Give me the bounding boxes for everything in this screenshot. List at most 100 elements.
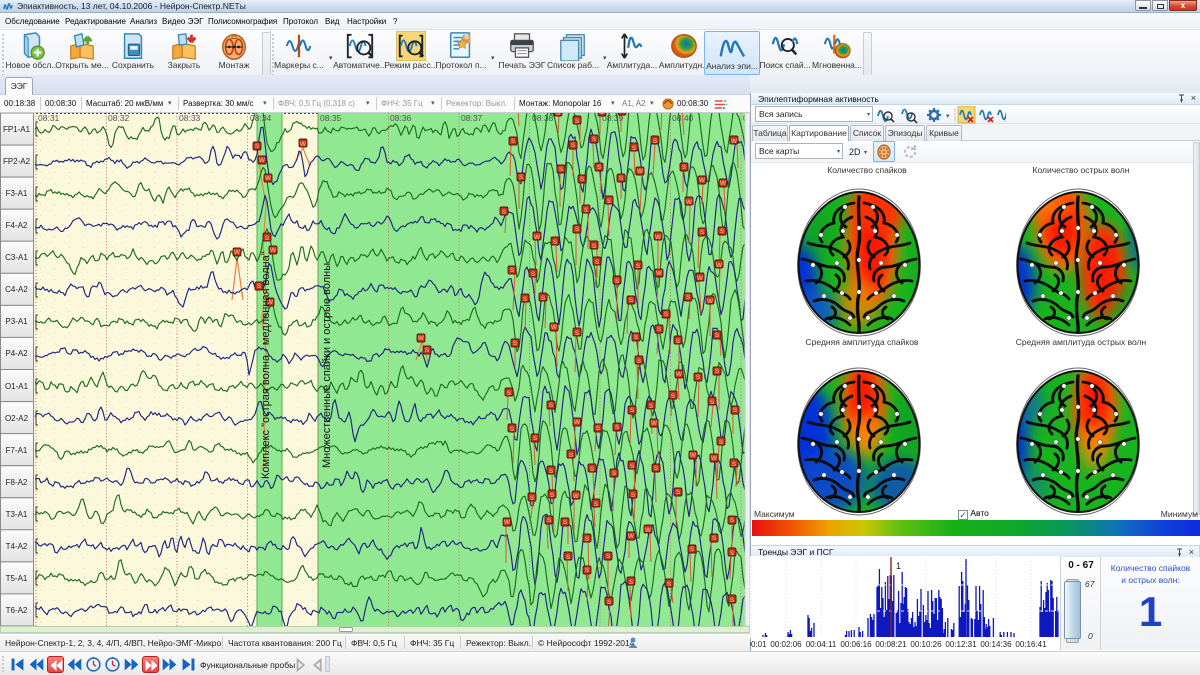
svg-text:S: S — [584, 207, 589, 214]
svg-text:S: S — [719, 439, 724, 446]
svg-text:Множественные спайки и острые: Множественные спайки и острые волны — [321, 263, 333, 468]
svg-text:S: S — [629, 297, 634, 304]
svg-text:00:02:06: 00:02:06 — [770, 640, 802, 649]
svg-text:W: W — [690, 452, 697, 459]
svg-text:S: S — [606, 553, 611, 560]
svg-text:S: S — [676, 489, 681, 496]
svg-text:1: 1 — [896, 561, 901, 571]
svg-text:W: W — [573, 493, 580, 500]
svg-text:S: S — [636, 263, 641, 270]
svg-text:W: W — [656, 270, 663, 277]
svg-text:W: W — [637, 168, 644, 175]
svg-text:S: S — [654, 465, 659, 472]
svg-text:C3-A1: C3-A1 — [5, 253, 28, 262]
svg-text:S: S — [615, 278, 620, 285]
svg-text:S: S — [615, 424, 620, 431]
svg-text:S: S — [513, 340, 518, 347]
svg-text:S: S — [549, 402, 554, 409]
svg-text:C4-A2: C4-A2 — [5, 285, 28, 294]
svg-text:S: S — [585, 567, 590, 574]
svg-text:W: W — [551, 324, 558, 331]
svg-text:S: S — [696, 374, 701, 381]
svg-text:T3-A1: T3-A1 — [6, 510, 28, 519]
svg-text:W: W — [651, 420, 658, 427]
svg-text:S: S — [715, 368, 720, 375]
svg-text:S: S — [634, 334, 639, 341]
svg-text:S: S — [730, 517, 735, 524]
svg-text:S: S — [556, 113, 561, 117]
svg-text:00:00:01: 00:00:01 — [750, 640, 767, 649]
svg-text:F4-A2: F4-A2 — [6, 221, 28, 230]
svg-text:S: S — [630, 407, 635, 414]
svg-text:S: S — [712, 535, 717, 542]
svg-text:00:06:16: 00:06:16 — [840, 640, 872, 649]
svg-text:00:08:21: 00:08:21 — [875, 640, 907, 649]
svg-text:S: S — [710, 399, 715, 406]
svg-text:S: S — [592, 136, 597, 143]
svg-text:W: W — [686, 199, 693, 206]
svg-text:S: S — [629, 579, 634, 586]
svg-text:S: S — [690, 546, 695, 553]
svg-text:Комплекс "острая волна - медле: Комплекс "острая волна - медленная волна… — [260, 251, 272, 479]
svg-text:T4-A2: T4-A2 — [6, 542, 28, 551]
svg-text:S: S — [607, 599, 612, 606]
svg-text:W: W — [628, 533, 635, 540]
svg-text:S: S — [580, 176, 585, 183]
svg-text:W: W — [619, 113, 626, 115]
svg-text:S: S — [632, 145, 637, 152]
svg-text:S: S — [553, 239, 558, 246]
svg-text:S: S — [600, 113, 605, 116]
svg-text:W: W — [655, 234, 662, 241]
svg-text:W: W — [697, 275, 704, 282]
svg-text:S: S — [700, 229, 705, 236]
svg-text:S: S — [657, 326, 662, 333]
svg-text:W: W — [574, 419, 581, 426]
svg-text:S: S — [541, 295, 546, 302]
svg-text:S: S — [676, 338, 681, 345]
svg-text:S: S — [637, 358, 642, 365]
svg-text:S: S — [566, 554, 571, 561]
svg-text:W: W — [720, 180, 727, 187]
svg-text:W: W — [645, 527, 652, 534]
svg-text:S: S — [510, 267, 515, 274]
svg-text:T6-A2: T6-A2 — [6, 606, 28, 615]
svg-text:S: S — [255, 143, 260, 150]
svg-text:W: W — [300, 141, 307, 148]
svg-text:S: S — [671, 393, 676, 400]
svg-text:S: S — [550, 492, 555, 499]
svg-text:S: S — [575, 330, 580, 337]
svg-text:00:10:26: 00:10:26 — [910, 640, 942, 649]
svg-text:S: S — [549, 468, 554, 475]
svg-text:S: S — [511, 138, 516, 145]
svg-text:S: S — [653, 138, 658, 145]
svg-text:S: S — [530, 495, 535, 502]
svg-text:S: S — [594, 501, 599, 508]
svg-text:S: S — [595, 259, 600, 266]
svg-text:T5-A1: T5-A1 — [6, 574, 28, 583]
svg-text:FP2-A2: FP2-A2 — [3, 157, 31, 166]
svg-text:S: S — [502, 209, 507, 216]
svg-text:S: S — [575, 118, 580, 125]
svg-text:O2-A2: O2-A2 — [5, 414, 29, 423]
svg-text:S: S — [507, 390, 512, 397]
svg-text:S: S — [607, 198, 612, 205]
svg-text:S: S — [425, 347, 430, 354]
svg-text:▾: ▾ — [946, 113, 950, 120]
svg-text:S: S — [265, 235, 270, 242]
svg-text:F7-A1: F7-A1 — [6, 446, 28, 455]
svg-text:W: W — [707, 298, 714, 305]
svg-text:S: S — [571, 142, 576, 149]
svg-text:W: W — [711, 455, 718, 462]
svg-text:F8-A2: F8-A2 — [6, 478, 28, 487]
svg-text:S: S — [559, 166, 564, 173]
svg-text:S: S — [597, 164, 602, 171]
svg-text:W: W — [699, 177, 706, 184]
svg-text:W: W — [676, 371, 683, 378]
svg-text:S: S — [730, 550, 735, 557]
svg-text:08:36: 08:36 — [390, 113, 412, 123]
svg-text:S: S — [569, 452, 574, 459]
svg-text:S: S — [715, 332, 720, 339]
svg-text:S: S — [547, 517, 552, 524]
svg-text:S: S — [592, 243, 597, 250]
svg-text:00:12:31: 00:12:31 — [945, 640, 977, 649]
